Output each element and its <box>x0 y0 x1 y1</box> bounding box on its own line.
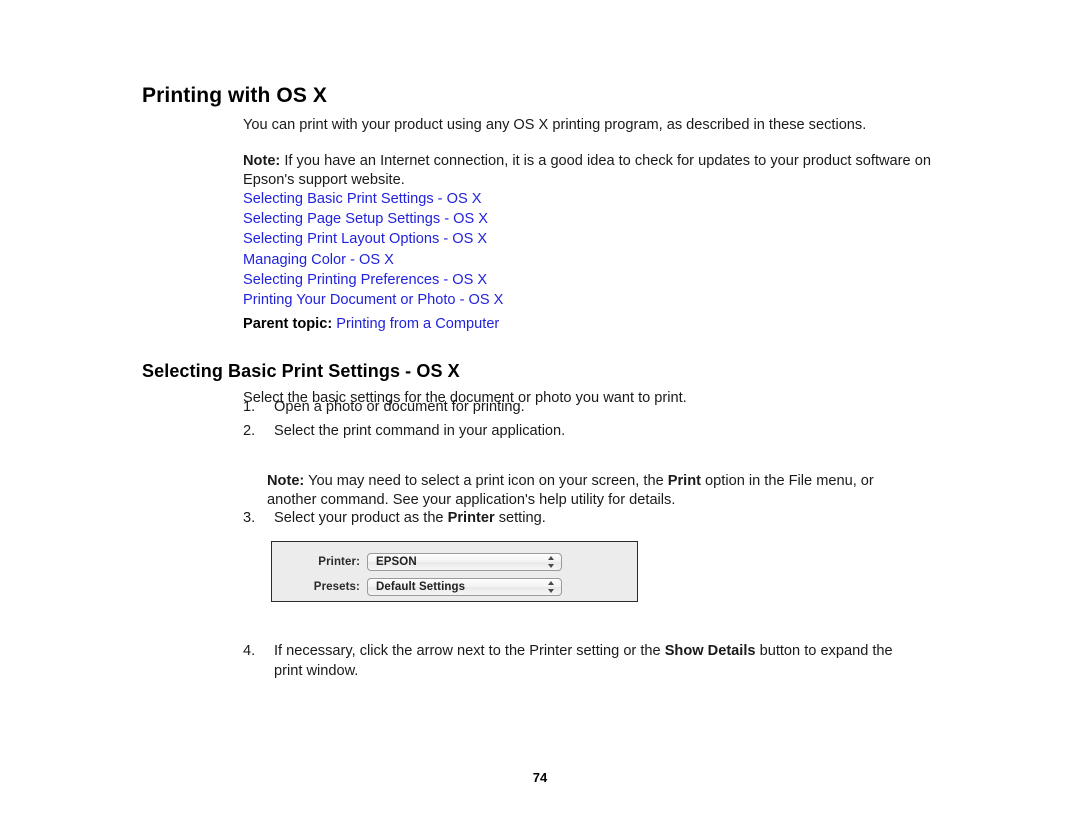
step-number: 4. <box>243 643 256 659</box>
chevron-down-icon <box>548 588 554 593</box>
printer-select-value: EPSON <box>376 555 417 568</box>
list-item: 3. Select your product as the Printer se… <box>243 509 903 529</box>
page-title: Printing with OS X <box>142 84 327 108</box>
page-number: 74 <box>532 770 548 785</box>
section-title: Selecting Basic Print Settings - OS X <box>142 360 460 381</box>
parent-topic-label: Parent topic: <box>243 316 333 332</box>
list-item: 1. Open a photo or document for printing… <box>243 398 903 418</box>
presets-label: Presets: <box>313 580 360 593</box>
topic-link-printing-preferences[interactable]: Selecting Printing Preferences - OS X <box>243 270 843 290</box>
printer-label: Printer: <box>318 555 360 568</box>
step-text-part-1: If necessary, click the arrow next to th… <box>274 643 665 659</box>
chevron-down-icon <box>548 563 554 568</box>
parent-topic: Parent topic: Printing from a Computer <box>243 314 499 334</box>
note-label: Note: <box>267 472 305 489</box>
step-text: If necessary, click the arrow next to th… <box>274 642 923 681</box>
topic-link-managing-color[interactable]: Managing Color - OS X <box>243 250 843 270</box>
topic-link-list: Selecting Basic Print Settings - OS X Se… <box>243 189 843 310</box>
step-text: Select your product as the Printer setti… <box>274 509 903 529</box>
step-text: Select the print command in your applica… <box>274 423 566 439</box>
presets-select-value: Default Settings <box>376 580 466 593</box>
stepper-arrows-icon[interactable] <box>547 555 556 569</box>
intro-paragraph: You can print with your product using an… <box>243 116 867 133</box>
step-emphasis-show-details: Show Details <box>664 643 756 659</box>
note-paragraph-2: Note: You may need to select a print ico… <box>267 472 927 511</box>
print-dialog-screenshot: Printer: EPSON Presets: Default Settings <box>271 541 638 602</box>
step-text: Open a photo or document for printing. <box>274 399 525 415</box>
printer-select[interactable]: EPSON <box>367 552 562 571</box>
parent-topic-link[interactable]: Printing from a Computer <box>336 316 499 332</box>
topic-link-print-layout-options[interactable]: Selecting Print Layout Options - OS X <box>243 229 843 249</box>
note-paragraph-1: Note: If you have an Internet connection… <box>243 152 933 191</box>
topic-link-printing-document-or-photo[interactable]: Printing Your Document or Photo - OS X <box>243 290 843 310</box>
printer-row: Printer: EPSON <box>272 552 637 571</box>
step-number: 3. <box>243 510 256 526</box>
step-text-part-1: Select your product as the <box>274 510 448 526</box>
note-text: If you have an Internet connection, it i… <box>243 152 931 189</box>
presets-select[interactable]: Default Settings <box>367 577 562 596</box>
list-item: 2. Select the print command in your appl… <box>243 422 903 442</box>
presets-row: Presets: Default Settings <box>272 577 637 596</box>
topic-link-page-setup-settings[interactable]: Selecting Page Setup Settings - OS X <box>243 209 843 229</box>
document-page: Printing with OS X You can print with yo… <box>0 0 1080 834</box>
step-emphasis-printer: Printer <box>447 510 495 526</box>
step-text-part-2: setting. <box>494 510 546 526</box>
topic-link-basic-print-settings[interactable]: Selecting Basic Print Settings - OS X <box>243 189 843 209</box>
note-emphasis-print: Print <box>667 472 701 489</box>
note-text-part-1: You may need to select a print icon on y… <box>304 472 668 489</box>
step-number: 1. <box>243 399 256 415</box>
stepper-arrows-icon[interactable] <box>547 580 556 594</box>
note-label: Note: <box>243 152 281 169</box>
chevron-up-icon <box>548 580 554 585</box>
chevron-up-icon <box>548 555 554 560</box>
step-number: 2. <box>243 423 256 439</box>
list-item: 4. If necessary, click the arrow next to… <box>243 642 923 681</box>
